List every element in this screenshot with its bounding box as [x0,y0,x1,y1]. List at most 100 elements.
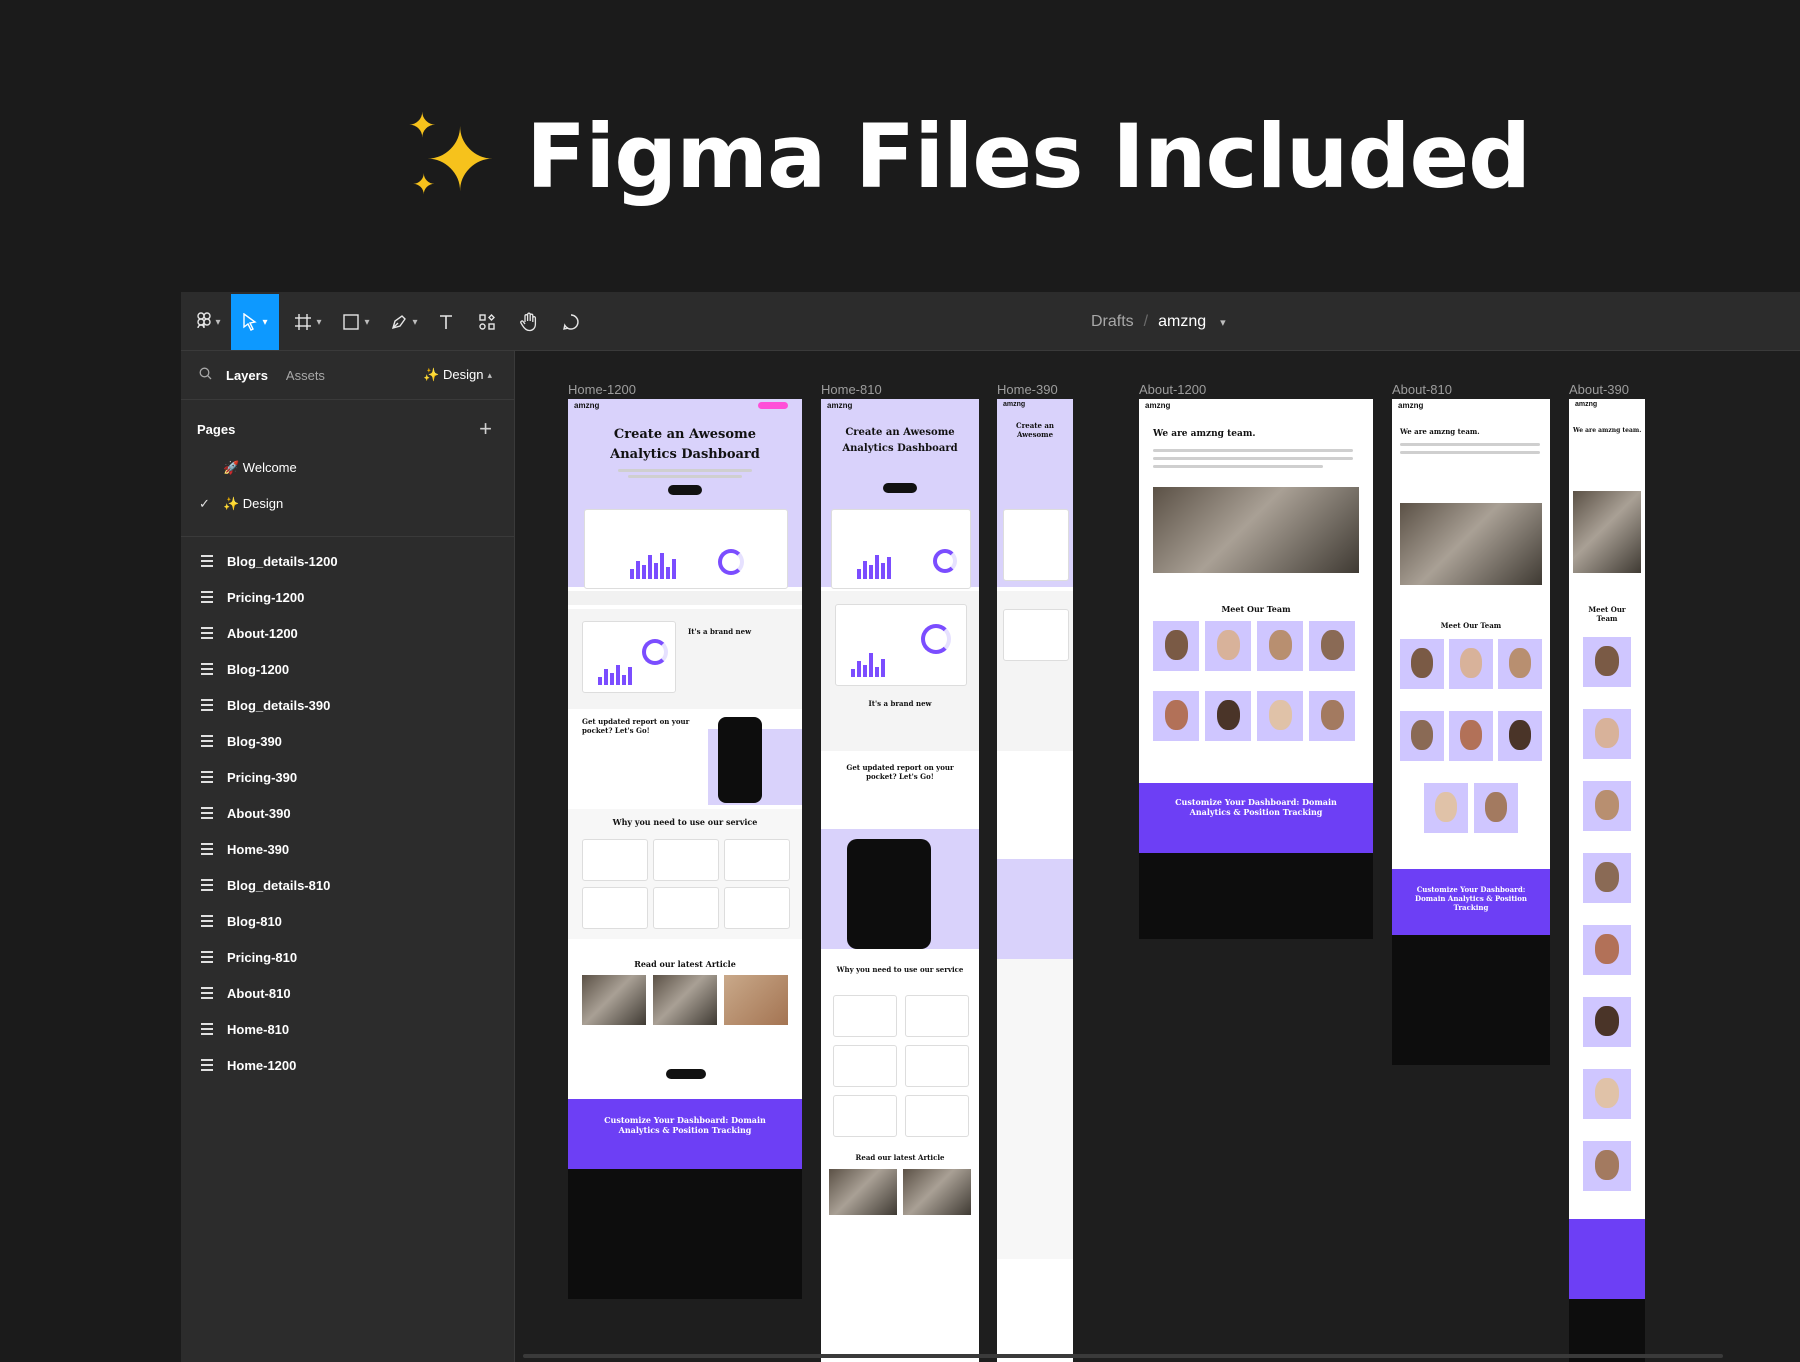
service-heading: Why you need to use our service [836,965,964,974]
frame-home-810[interactable]: amzng Create an Awesome Analytics Dashbo… [821,399,979,1362]
layer-item[interactable]: Blog-810 [181,903,514,939]
frame-layer-icon [201,807,213,819]
pen-tool-icon[interactable]: ▾ [381,294,427,350]
team-avatar [1153,621,1199,671]
move-tool-icon[interactable]: ▾ [231,294,279,350]
about-copy [1153,465,1323,468]
frame-logo: amzng [1575,401,1598,408]
layer-item[interactable]: Blog_details-390 [181,687,514,723]
frame-label-home-1200[interactable]: Home-1200 [568,382,636,397]
about-copy [1400,443,1540,446]
frame-label-about-390[interactable]: About-390 [1569,382,1629,397]
layer-item-label: Blog_details-1200 [227,553,338,569]
tab-layers[interactable]: Layers [226,368,268,383]
layers-list: Blog_details-1200 Pricing-1200 About-1200 B… [181,543,514,1083]
components-icon[interactable] [467,294,507,350]
frame-about-390[interactable]: amzng We are amzng team. Meet Our Team [1569,399,1645,1362]
layer-item[interactable]: Blog_details-1200 [181,543,514,579]
breadcrumb: Drafts / amzng ▾ [1091,294,1226,350]
service-card [833,995,897,1037]
feature-card [1003,609,1069,661]
breadcrumb-file[interactable]: amzng [1158,313,1206,331]
donut-mock-2 [921,624,951,654]
hero-title-row: ✦ ✦ ✦ Figma Files Included [408,105,1531,208]
team-avatar [1583,781,1631,831]
team-avatar [1474,783,1518,833]
chevron-down-icon[interactable]: ▾ [1220,316,1226,329]
layer-item[interactable]: Home-390 [181,831,514,867]
canvas[interactable]: Home-1200 amzng Create an Awesome Analyt… [515,351,1800,1362]
shape-tool-icon[interactable]: ▾ [333,294,379,350]
sidebar-tabs: Layers Assets ✨ Design ▴ [181,351,514,400]
frame-home-390[interactable]: amzng Create an Awesome [997,399,1073,1362]
team-avatar [1309,621,1355,671]
layer-item[interactable]: Pricing-810 [181,939,514,975]
team-avatar [1153,691,1199,741]
frame-layer-icon [201,699,213,711]
layer-item[interactable]: Blog-390 [181,723,514,759]
view-all-pill [666,1069,706,1079]
frame-logo: amzng [827,401,853,410]
horizontal-scrollbar[interactable] [523,1354,1723,1358]
frame-layer-icon [201,735,213,747]
frame-tool-icon[interactable]: ▾ [285,294,331,350]
service-card [724,887,790,929]
service-card [653,839,719,881]
team-avatar [1449,711,1493,761]
cta-section [1139,783,1373,853]
add-page-icon[interactable]: + [479,416,492,442]
layer-item[interactable]: Pricing-1200 [181,579,514,615]
frame-layer-icon [201,951,213,963]
dashboard-mock [584,509,788,589]
layer-item[interactable]: Home-810 [181,1011,514,1047]
frame-label-about-810[interactable]: About-810 [1392,382,1452,397]
layer-item-label: Blog_details-810 [227,877,331,893]
frame-about-810[interactable]: amzng We are amzng team. Meet Our Team C… [1392,399,1550,1065]
layer-item[interactable]: Blog-1200 [181,651,514,687]
frame-label-about-1200[interactable]: About-1200 [1139,382,1206,397]
team-avatar [1583,1069,1631,1119]
breadcrumb-separator: / [1143,313,1149,330]
frame-label-home-810[interactable]: Home-810 [821,382,882,397]
layer-item[interactable]: About-1200 [181,615,514,651]
frame-home-1200[interactable]: amzng Create an Awesome Analytics Dashbo… [568,399,802,1299]
meet-team-heading: Meet Our Team [1588,605,1626,623]
page-item[interactable]: 🚀 Welcome [181,450,514,486]
hand-tool-icon[interactable] [509,294,549,350]
service-card [833,1095,897,1137]
phone-mock [847,839,931,949]
layer-item[interactable]: Pricing-390 [181,759,514,795]
layer-item[interactable]: Blog_details-810 [181,867,514,903]
tab-assets[interactable]: Assets [286,368,325,383]
left-sidebar: Layers Assets ✨ Design ▴ Pages + 🚀 Welco… [181,351,515,1362]
article-heading: Read our latest Article [855,1153,945,1162]
chevron-up-icon: ▴ [487,369,492,380]
layer-item[interactable]: Home-1200 [181,1047,514,1083]
layer-item-label: Home-810 [227,1021,290,1037]
search-icon[interactable] [199,367,212,383]
sidebar-divider [181,536,514,537]
brand-new-heading: It's a brand new [688,627,752,636]
layer-item[interactable]: About-810 [181,975,514,1011]
frame-about-1200[interactable]: amzng We are amzng team. Meet Our Team C… [1139,399,1373,939]
service-card [724,839,790,881]
frame-layer-icon [201,843,213,855]
frame-label-home-390[interactable]: Home-390 [997,382,1058,397]
toolbar: ▾ ▾ ▾ ▾ ▾ Drafts / amzng ▾ [181,294,1800,351]
bar-mock-2 [851,649,885,677]
layer-item[interactable]: About-390 [181,795,514,831]
layer-item-label: Blog-390 [227,733,282,749]
design-page-selector[interactable]: ✨ Design ▴ [423,351,492,399]
comment-icon[interactable] [551,294,591,350]
page-item[interactable]: ✓ ✨ Design [181,486,514,522]
cta-heading: Customize Your Dashboard: Domain Analyti… [1415,885,1527,912]
donut-mock [933,549,957,573]
text-tool-icon[interactable] [429,294,463,350]
page-item-label: 🚀 Welcome [223,460,297,475]
breadcrumb-drafts[interactable]: Drafts [1091,313,1134,331]
article-photo [829,1169,897,1215]
article-photo [582,975,646,1025]
hero-headline-2: Analytics Dashboard [842,443,958,454]
layer-item-label: Home-1200 [227,1057,297,1073]
figma-menu-icon[interactable]: ▾ [189,294,229,350]
